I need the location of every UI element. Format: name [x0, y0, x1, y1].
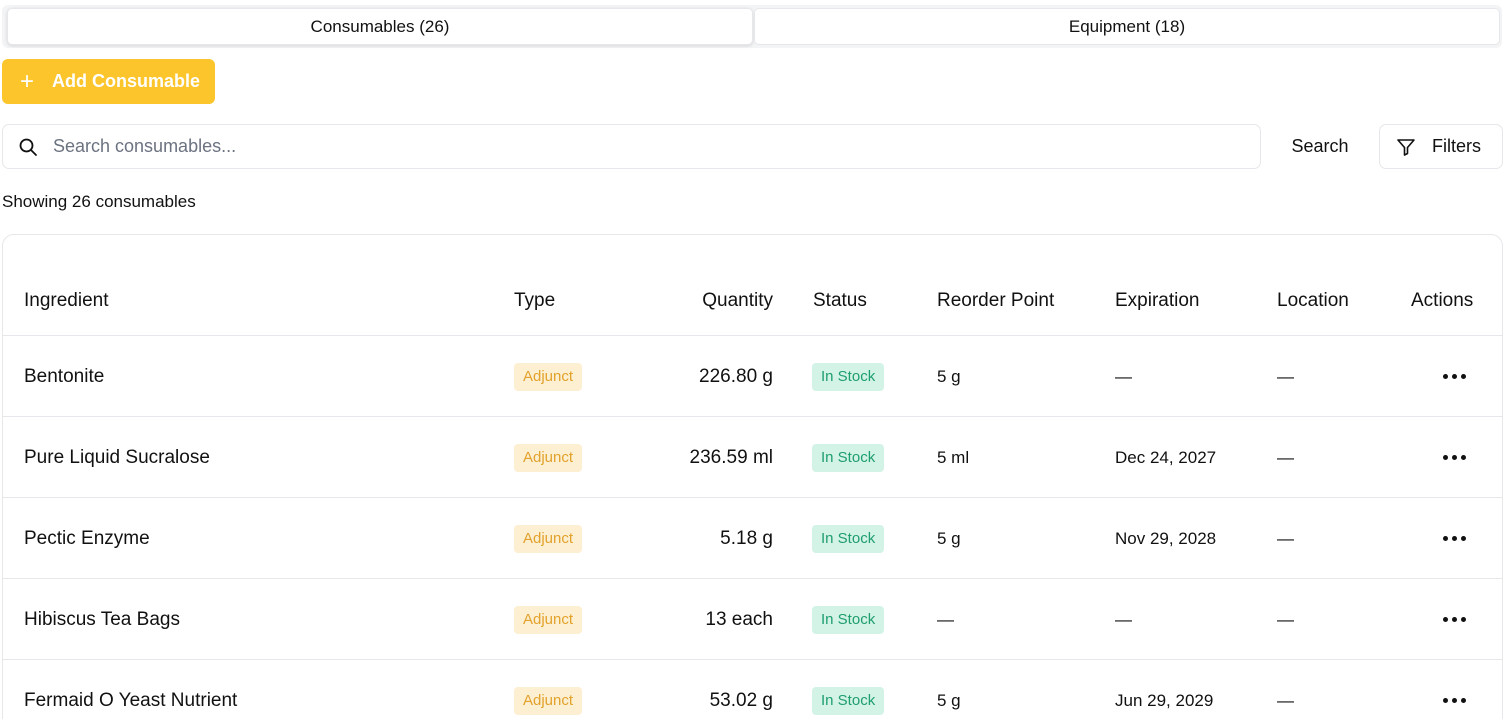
plus-icon: + — [19, 67, 34, 95]
column-header-expiration[interactable]: Expiration — [1115, 290, 1200, 312]
quantity-value: 13 each — [705, 608, 773, 630]
column-header-type[interactable]: Type — [514, 290, 555, 312]
table-header: Ingredient Type Quantity Status Reorder … — [3, 235, 1502, 336]
location-value: — — [1277, 447, 1294, 467]
add-consumable-label: Add Consumable — [52, 71, 201, 91]
column-header-status[interactable]: Status — [813, 290, 867, 312]
more-actions-icon[interactable] — [1433, 336, 1475, 417]
tab-equipment[interactable]: Equipment (18) — [754, 8, 1500, 45]
expiration-value: Nov 29, 2028 — [1115, 528, 1217, 548]
type-cell: Adjunct — [514, 579, 583, 660]
table-row[interactable]: Fermaid O Yeast Nutrient Adjunct 53.02 g… — [3, 660, 1502, 719]
quantity-value: 53.02 g — [709, 689, 773, 711]
status-cell: In Stock — [812, 498, 885, 579]
filter-icon — [1380, 137, 1432, 157]
reorder-point-value: 5 g — [937, 690, 961, 710]
search-button[interactable]: Search — [1280, 124, 1360, 169]
type-badge: Adjunct — [514, 605, 583, 634]
expiration-value: Dec 24, 2027 — [1115, 447, 1217, 467]
filters-button[interactable]: Filters — [1379, 124, 1503, 169]
expiration-value: — — [1115, 366, 1132, 386]
more-actions-icon[interactable] — [1433, 417, 1475, 498]
ingredient-name: Bentonite — [24, 365, 105, 387]
filters-label: Filters — [1432, 136, 1481, 156]
ingredient-name: Fermaid O Yeast Nutrient — [24, 689, 238, 711]
status-cell: In Stock — [812, 660, 885, 719]
status-badge: In Stock — [812, 524, 885, 553]
status-cell: In Stock — [812, 579, 885, 660]
column-header-ingredient[interactable]: Ingredient — [24, 290, 109, 312]
more-actions-icon[interactable] — [1433, 579, 1475, 660]
type-badge: Adjunct — [514, 524, 583, 553]
quantity-value: 226.80 g — [699, 365, 773, 387]
expiration-value: — — [1115, 609, 1132, 629]
reorder-point-value: 5 g — [937, 366, 961, 386]
location-value: — — [1277, 690, 1294, 710]
more-actions-icon[interactable] — [1433, 660, 1475, 719]
status-badge: In Stock — [812, 605, 885, 634]
quantity-value: 5.18 g — [720, 527, 773, 549]
type-badge: Adjunct — [514, 443, 583, 472]
location-value: — — [1277, 366, 1294, 386]
column-header-quantity[interactable]: Quantity — [702, 290, 773, 312]
reorder-point-value: 5 ml — [937, 447, 970, 467]
add-consumable-button[interactable]: + Add Consumable — [2, 59, 215, 104]
status-badge: In Stock — [812, 443, 885, 472]
status-badge: In Stock — [812, 686, 885, 715]
status-badge: In Stock — [812, 362, 885, 391]
quantity-value: 236.59 ml — [689, 446, 773, 468]
search-input[interactable] — [53, 136, 1233, 157]
type-badge: Adjunct — [514, 686, 583, 715]
tab-bar: Consumables (26) Equipment (18) — [2, 5, 1502, 48]
status-cell: In Stock — [812, 417, 885, 498]
reorder-point-value: — — [937, 609, 954, 629]
location-value: — — [1277, 609, 1294, 629]
ingredient-name: Pure Liquid Sucralose — [24, 446, 210, 468]
search-field[interactable] — [2, 124, 1261, 169]
expiration-value: Jun 29, 2029 — [1115, 690, 1214, 710]
table-row[interactable]: Pectic Enzyme Adjunct 5.18 g In Stock 5 … — [3, 498, 1502, 579]
table-row[interactable]: Hibiscus Tea Bags Adjunct 13 each In Sto… — [3, 579, 1502, 660]
status-cell: In Stock — [812, 336, 885, 417]
column-header-reorder-point[interactable]: Reorder Point — [937, 290, 1054, 312]
ingredient-name: Hibiscus Tea Bags — [24, 608, 180, 630]
type-cell: Adjunct — [514, 417, 583, 498]
location-value: — — [1277, 528, 1294, 548]
table-row[interactable]: Bentonite Adjunct 226.80 g In Stock 5 g … — [3, 336, 1502, 417]
search-icon — [3, 137, 53, 157]
column-header-location[interactable]: Location — [1277, 290, 1349, 312]
tab-consumables[interactable]: Consumables (26) — [7, 8, 753, 45]
type-badge: Adjunct — [514, 362, 583, 391]
type-cell: Adjunct — [514, 660, 583, 719]
results-count: Showing 26 consumables — [2, 192, 196, 211]
reorder-point-value: 5 g — [937, 528, 961, 548]
type-cell: Adjunct — [514, 498, 583, 579]
ingredient-name: Pectic Enzyme — [24, 527, 150, 549]
consumables-table: Ingredient Type Quantity Status Reorder … — [2, 234, 1503, 719]
type-cell: Adjunct — [514, 336, 583, 417]
table-row[interactable]: Pure Liquid Sucralose Adjunct 236.59 ml … — [3, 417, 1502, 498]
column-header-actions: Actions — [1411, 290, 1474, 311]
more-actions-icon[interactable] — [1433, 498, 1475, 579]
